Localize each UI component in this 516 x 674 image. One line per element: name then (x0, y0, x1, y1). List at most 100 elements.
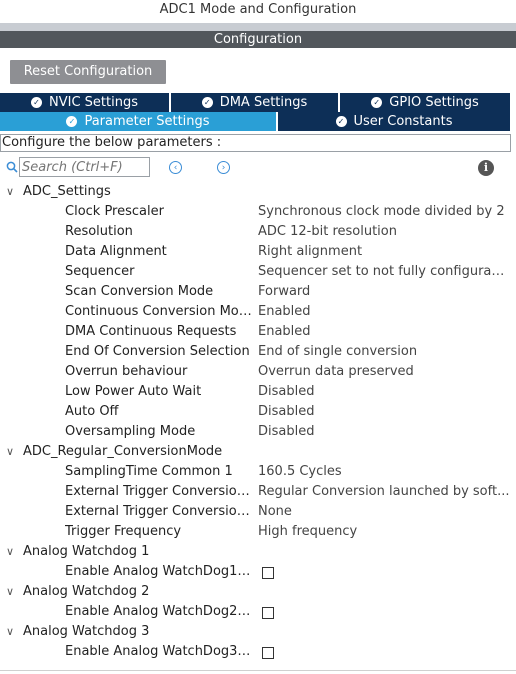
param-label: Trigger Frequency (65, 524, 182, 539)
param-label: End Of Conversion Selection (65, 344, 250, 359)
chevron-down-icon[interactable]: ∨ (6, 442, 18, 462)
param-value[interactable]: High frequency (258, 522, 510, 542)
param-row[interactable]: External Trigger Conversion... Regular Co… (0, 482, 516, 502)
group-label: Analog Watchdog 3 (23, 624, 150, 639)
param-value[interactable]: Right alignment (258, 242, 510, 262)
tab-label: NVIC Settings (49, 95, 138, 110)
param-value[interactable]: Forward (258, 282, 510, 302)
tabs-row-top: ✓ NVIC Settings ✓ DMA Settings ✓ GPIO Se… (0, 93, 510, 112)
configure-instructions: Configure the below parameters : (0, 134, 511, 152)
param-value[interactable]: Synchronous clock mode divided by 2 (258, 202, 510, 222)
param-row[interactable]: Overrun behaviour Overrun data preserved (0, 362, 516, 382)
param-label: Auto Off (65, 404, 119, 419)
chevron-down-icon[interactable]: ∨ (6, 582, 18, 602)
tab-label: User Constants (353, 114, 453, 129)
param-label: Continuous Conversion Mode (65, 304, 253, 319)
group-adc-regular-conversion-mode[interactable]: ∨ ADC_Regular_ConversionMode (0, 442, 516, 462)
param-label: DMA Continuous Requests (65, 324, 237, 339)
info-icon[interactable]: i (478, 160, 494, 176)
group-label: ADC_Regular_ConversionMode (23, 444, 223, 459)
enable-analog-watchdog2-checkbox[interactable] (262, 607, 274, 619)
param-label: Data Alignment (65, 244, 167, 259)
tabs-row-bottom: ✓ Parameter Settings ✓ User Constants (0, 112, 510, 131)
param-value[interactable]: Enabled (258, 302, 510, 322)
chevron-down-icon[interactable]: ∨ (6, 182, 18, 202)
param-label: Enable Analog WatchDog2 ... (65, 604, 253, 619)
param-label: Oversampling Mode (65, 424, 196, 439)
param-label: Resolution (65, 224, 133, 239)
tab-nvic-settings[interactable]: ✓ NVIC Settings (0, 93, 169, 112)
param-value[interactable]: Disabled (258, 422, 510, 442)
param-row[interactable]: Low Power Auto Wait Disabled (0, 382, 516, 402)
param-value[interactable]: Overrun data preserved (258, 362, 510, 382)
param-row[interactable]: Enable Analog WatchDog2 ... (0, 602, 516, 622)
check-circle-icon: ✓ (31, 97, 42, 108)
search-icon[interactable] (6, 161, 18, 173)
param-row[interactable]: External Trigger Conversion... None (0, 502, 516, 522)
enable-analog-watchdog1-checkbox[interactable] (262, 567, 274, 579)
group-analog-watchdog-2[interactable]: ∨ Analog Watchdog 2 (0, 582, 516, 602)
group-label: ADC_Settings (23, 184, 111, 199)
param-row[interactable]: Resolution ADC 12-bit resolution (0, 222, 516, 242)
param-value[interactable]: Enabled (258, 322, 510, 342)
chevron-down-icon[interactable]: ∨ (6, 622, 18, 642)
tab-label: DMA Settings (219, 95, 308, 110)
tab-label: Parameter Settings (84, 114, 210, 129)
tab-dma-settings[interactable]: ✓ DMA Settings (171, 93, 338, 112)
window-title: ADC1 Mode and Configuration (0, 0, 516, 24)
param-label: Enable Analog WatchDog3 ... (65, 644, 253, 659)
param-label: Low Power Auto Wait (65, 384, 202, 399)
title-divider (0, 23, 516, 31)
tab-gpio-settings[interactable]: ✓ GPIO Settings (340, 93, 510, 112)
arrow-left-circle-icon[interactable]: ‹ (169, 161, 182, 174)
param-row[interactable]: Data Alignment Right alignment (0, 242, 516, 262)
section-title: Configuration (0, 31, 516, 48)
param-row[interactable]: End Of Conversion Selection End of single… (0, 342, 516, 362)
param-label: Overrun behaviour (65, 364, 188, 379)
tab-user-constants[interactable]: ✓ User Constants (278, 112, 510, 131)
param-row[interactable]: Clock Prescaler Synchronous clock mode di… (0, 202, 516, 222)
tab-parameter-settings[interactable]: ✓ Parameter Settings (0, 112, 276, 131)
check-circle-icon: ✓ (371, 97, 383, 108)
param-row[interactable]: Continuous Conversion Mode Enabled (0, 302, 516, 322)
arrow-right-circle-icon[interactable]: › (217, 161, 230, 174)
group-label: Analog Watchdog 1 (23, 544, 150, 559)
param-value[interactable]: Disabled (258, 382, 510, 402)
param-row[interactable]: SamplingTime Common 1 160.5 Cycles (0, 462, 516, 482)
search-input[interactable] (19, 157, 150, 177)
param-row[interactable]: Trigger Frequency High frequency (0, 522, 516, 542)
param-label: External Trigger Conversion... (65, 484, 253, 499)
param-row[interactable]: DMA Continuous Requests Enabled (0, 322, 516, 342)
param-value[interactable]: Regular Conversion launched by soft... (258, 482, 510, 502)
param-row[interactable]: Enable Analog WatchDog3 ... (0, 642, 516, 662)
param-value[interactable]: ADC 12-bit resolution (258, 222, 510, 242)
param-value[interactable]: End of single conversion (258, 342, 510, 362)
group-adc-settings[interactable]: ∨ ADC_Settings (0, 182, 516, 202)
enable-analog-watchdog3-checkbox[interactable] (262, 647, 274, 659)
check-circle-icon: ✓ (335, 116, 347, 127)
param-value[interactable]: 160.5 Cycles (258, 462, 510, 482)
param-row[interactable]: Scan Conversion Mode Forward (0, 282, 516, 302)
group-analog-watchdog-3[interactable]: ∨ Analog Watchdog 3 (0, 622, 516, 642)
param-row[interactable]: Oversampling Mode Disabled (0, 422, 516, 442)
check-circle-icon: ✓ (66, 116, 78, 127)
param-value[interactable]: None (258, 502, 510, 522)
group-analog-watchdog-1[interactable]: ∨ Analog Watchdog 1 (0, 542, 516, 562)
check-circle-icon: ✓ (201, 97, 213, 108)
param-label: Scan Conversion Mode (65, 284, 214, 299)
param-row[interactable]: Auto Off Disabled (0, 402, 516, 422)
group-label: Analog Watchdog 2 (23, 584, 150, 599)
param-label: Sequencer (65, 264, 135, 279)
param-label: Clock Prescaler (65, 204, 164, 219)
tab-label: GPIO Settings (389, 95, 479, 110)
param-row[interactable]: Sequencer Sequencer set to not fully conf… (0, 262, 516, 282)
param-row[interactable]: Enable Analog WatchDog1 ... (0, 562, 516, 582)
param-label: SamplingTime Common 1 (65, 464, 233, 479)
bottom-divider (0, 670, 516, 671)
param-value[interactable]: Disabled (258, 402, 510, 422)
param-value[interactable]: Sequencer set to not fully configurable (258, 262, 510, 282)
param-label: External Trigger Conversion... (65, 504, 253, 519)
param-label: Enable Analog WatchDog1 ... (65, 564, 253, 579)
chevron-down-icon[interactable]: ∨ (6, 542, 18, 562)
reset-configuration-button[interactable]: Reset Configuration (10, 60, 166, 84)
